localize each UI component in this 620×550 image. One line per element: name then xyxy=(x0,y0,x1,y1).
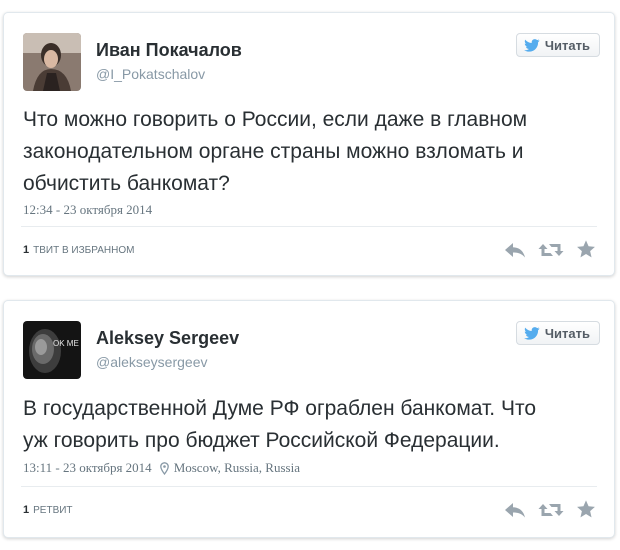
avatar-text: OK ME xyxy=(53,339,79,348)
author-name[interactable]: Aleksey Sergeev xyxy=(96,328,239,349)
author-handle[interactable]: @alekseysergeev xyxy=(96,354,208,370)
avatar[interactable]: OK ME xyxy=(23,321,81,379)
location-pin-icon xyxy=(159,461,169,475)
favorite-star-icon[interactable] xyxy=(576,500,596,519)
tweet-stats[interactable]: 1 ТВИТ В ИЗБРАННОМ xyxy=(23,244,134,256)
stat-label: ТВИТ В ИЗБРАННОМ xyxy=(33,245,135,256)
stat-count: 1 xyxy=(23,504,30,516)
favorite-star-icon[interactable] xyxy=(576,240,596,259)
twitter-bird-icon xyxy=(524,326,540,340)
tweet-text: В государственной Думе РФ ограблен банко… xyxy=(23,397,537,452)
tweet-card: OK ME Aleksey Sergeev @alekseysergeev Чи… xyxy=(3,300,615,538)
reply-icon[interactable] xyxy=(504,501,526,519)
divider xyxy=(21,486,597,487)
reply-icon[interactable] xyxy=(504,241,526,259)
follow-button[interactable]: Читать xyxy=(515,321,600,345)
twitter-bird-icon xyxy=(524,38,540,52)
follow-button-label: Читать xyxy=(544,325,590,341)
tweet-stats[interactable]: 1 РЕТВИТ xyxy=(23,504,73,516)
tweet-meta: 13:11 - 23 октября 2014 Moscow, Russia, … xyxy=(23,460,300,476)
tweet-actions xyxy=(504,500,596,519)
follow-button[interactable]: Читать xyxy=(515,33,600,57)
tweet-meta: 12:34 - 23 октября 2014 xyxy=(23,202,152,218)
author-name[interactable]: Иван Покачалов xyxy=(96,40,242,61)
timestamp[interactable]: 13:11 - 23 октября 2014 xyxy=(23,460,152,476)
stat-count: 1 xyxy=(23,244,30,256)
retweet-icon[interactable] xyxy=(538,241,564,259)
tweet-actions xyxy=(504,240,596,259)
divider xyxy=(21,226,597,227)
timestamp[interactable]: 12:34 - 23 октября 2014 xyxy=(23,202,152,218)
tweet-card: Иван Покачалов @I_Pokatschalov Читать Чт… xyxy=(3,12,615,276)
tweet-text: Что можно говорить о России, если даже в… xyxy=(23,108,528,195)
tweet-location[interactable]: Moscow, Russia, Russia xyxy=(174,460,300,476)
stat-label: РЕТВИТ xyxy=(33,505,73,516)
avatar[interactable] xyxy=(23,33,81,91)
author-handle[interactable]: @I_Pokatschalov xyxy=(96,66,205,82)
follow-button-label: Читать xyxy=(544,37,590,53)
retweet-icon[interactable] xyxy=(538,501,564,519)
